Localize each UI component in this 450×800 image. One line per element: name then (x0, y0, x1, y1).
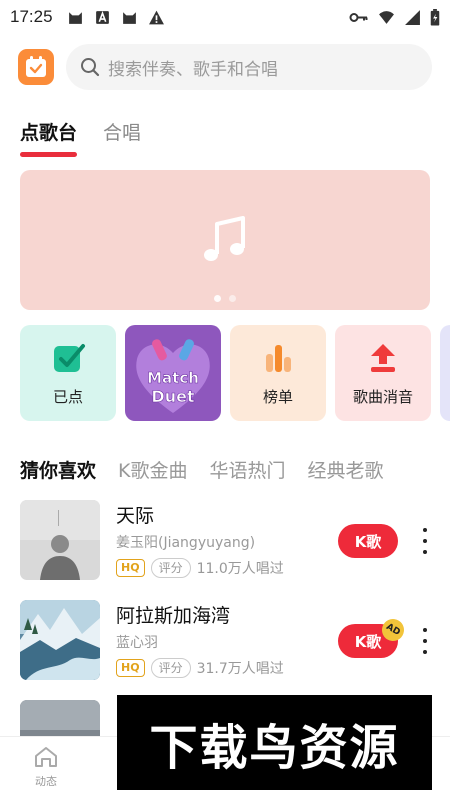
cat-icon (68, 11, 82, 24)
signal-icon (405, 9, 420, 25)
svg-text:Duet: Duet (151, 387, 195, 406)
bar-chart-icon (266, 344, 291, 372)
shortcut-charts-label: 榜单 (262, 387, 293, 406)
song-cover (20, 600, 100, 680)
svg-text:Match: Match (147, 369, 199, 387)
tab-chorus[interactable]: 合唱 (103, 118, 141, 155)
banner-pagination (214, 295, 236, 302)
sing-button-label: K歌 (354, 532, 382, 551)
wifi-icon (379, 10, 394, 24)
rate-badge: 评分 (150, 558, 191, 578)
nav-item-feed[interactable]: 动态 (18, 745, 74, 789)
search-input[interactable]: 搜索伴奏、歌手和合唱 (66, 44, 432, 90)
category-classic[interactable]: 经典老歌 (308, 456, 384, 483)
sing-button[interactable]: K歌 (338, 524, 398, 558)
cat-icon (122, 11, 136, 24)
sing-count: 11.0万人唱过 (196, 561, 284, 577)
category-recommended[interactable]: 猜你喜欢 (20, 456, 96, 483)
song-title: 阿拉斯加海湾 (116, 605, 231, 627)
search-icon (81, 58, 100, 77)
song-row[interactable]: 天际 姜玉阳(Jiangyuyang) HQ 评分 11.0万人唱过 K歌 (20, 500, 440, 600)
hq-badge: HQ (116, 659, 145, 677)
search-placeholder: 搜索伴奏、歌手和合唱 (108, 59, 278, 80)
shortcut-charts[interactable]: 榜单 (230, 325, 326, 421)
more-options-icon[interactable] (418, 528, 432, 554)
sing-count: 31.7万人唱过 (196, 661, 284, 677)
banner-carousel[interactable] (20, 170, 430, 310)
watermark-text: 下载鸟资源 (149, 719, 400, 776)
vpn-key-icon (349, 12, 368, 22)
check-box-icon (54, 343, 85, 372)
hq-badge: HQ (116, 559, 145, 577)
shortcut-row: 已点 Match Duet 榜单 歌曲消音 (20, 325, 450, 421)
song-title: 天际 (116, 505, 155, 527)
tab-song-request[interactable]: 点歌台 (20, 118, 78, 157)
nav-item-feed-label: 动态 (35, 775, 57, 788)
watermark-overlay: 下载鸟资源 (117, 695, 432, 790)
sing-button[interactable]: K歌 AD (338, 614, 409, 658)
song-row[interactable]: 阿拉斯加海湾 蓝心羽 HQ 评分 31.7万人唱过 K歌 AD (20, 600, 440, 700)
sing-button-label: K歌 (354, 632, 382, 651)
song-cover (20, 500, 100, 580)
ad-badge: AD (377, 614, 409, 646)
shortcut-vocal-remove-label: 歌曲消音 (352, 387, 413, 406)
home-icon (35, 747, 57, 767)
category-chinese-hot[interactable]: 华语热门 (209, 456, 285, 483)
shortcut-vocal-remove[interactable]: 歌曲消音 (335, 325, 431, 421)
shortcut-requested-label: 已点 (52, 387, 83, 406)
rate-badge: 评分 (150, 658, 191, 678)
shortcut-requested[interactable]: 已点 (20, 325, 116, 421)
battery-icon (430, 8, 440, 26)
match-duet-logo: Match Duet (136, 339, 210, 413)
more-options-icon[interactable] (418, 628, 432, 654)
upload-icon (371, 343, 395, 372)
warning-icon (148, 10, 164, 24)
status-time: 17:25 (10, 7, 53, 26)
song-artist: 姜玉阳(Jiangyuyang) (116, 535, 256, 551)
main-tabs: 点歌台 合唱 (20, 118, 141, 157)
category-k-hits[interactable]: K歌金曲 (118, 456, 187, 483)
music-note-icon (204, 216, 245, 261)
status-bar: 17:25 (0, 0, 450, 34)
top-bar: 搜索伴奏、歌手和合唱 (18, 44, 432, 90)
banner-dot-active (214, 295, 221, 302)
app-a-icon (95, 10, 109, 24)
song-artist: 蓝心羽 (116, 635, 158, 651)
shortcut-more-partial[interactable] (440, 325, 450, 421)
app-logo-icon[interactable] (18, 49, 54, 85)
category-tabs: 猜你喜欢 K歌金曲 华语热门 经典老歌 (20, 456, 384, 483)
shortcut-match-duet[interactable]: Match Duet (125, 325, 221, 421)
banner-dot (229, 295, 236, 302)
